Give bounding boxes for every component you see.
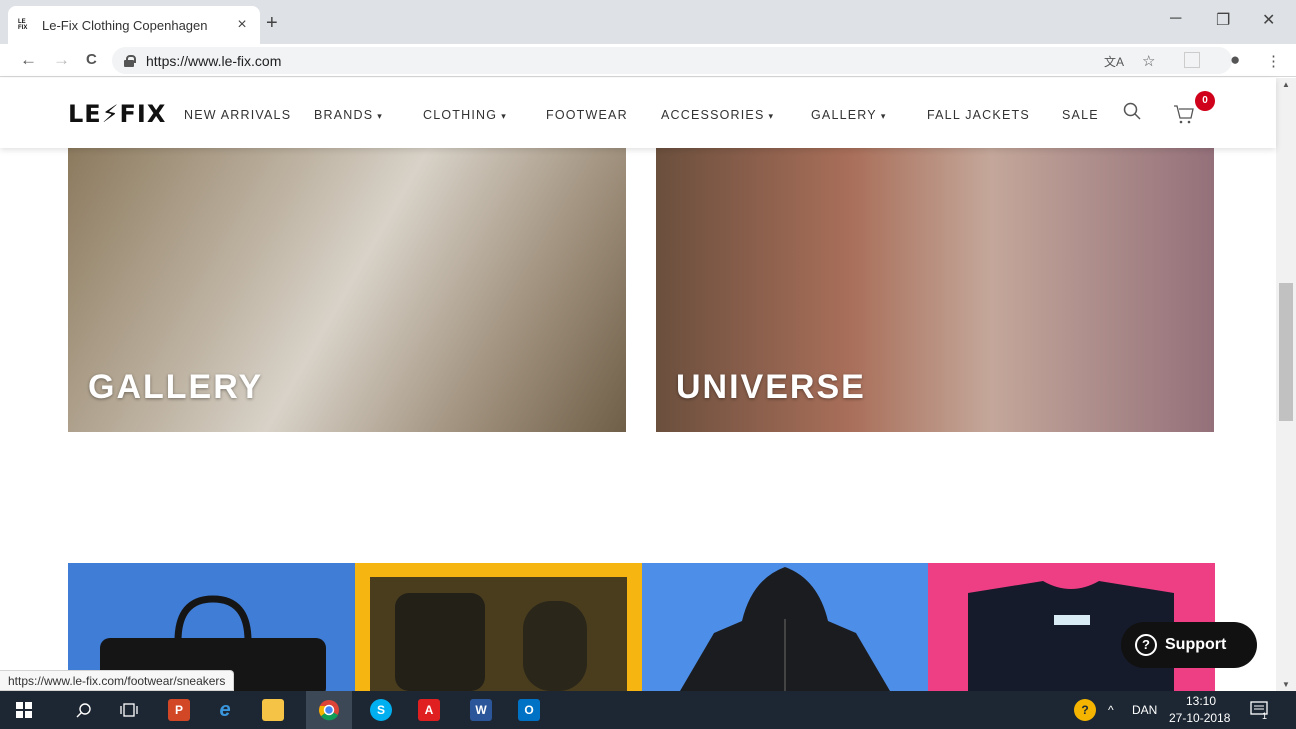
chevron-down-icon: ▾ bbox=[377, 111, 384, 121]
clock-date[interactable]: 27-10-2018 bbox=[1169, 711, 1230, 725]
windows-start-icon[interactable] bbox=[16, 702, 32, 718]
scroll-thumb[interactable] bbox=[1279, 283, 1293, 421]
chevron-down-icon: ▾ bbox=[768, 111, 775, 121]
chrome-icon[interactable] bbox=[318, 699, 340, 721]
chevron-down-icon: ▾ bbox=[880, 111, 887, 121]
back-icon[interactable]: ← bbox=[20, 50, 37, 70]
scroll-up-arrow-icon[interactable]: ▲ bbox=[1282, 80, 1290, 89]
nav-fall-jackets[interactable]: FALL JACKETS bbox=[927, 108, 1030, 122]
language-indicator[interactable]: DAN bbox=[1132, 703, 1157, 717]
category-tile-footwear[interactable] bbox=[355, 563, 642, 691]
powerpoint-icon[interactable]: P bbox=[168, 699, 190, 721]
word-icon[interactable]: W bbox=[470, 699, 492, 721]
close-window-icon[interactable]: ✕ bbox=[1262, 10, 1275, 30]
browser-toolbar: ← → C https://www.le-fix.com 文A ☆ ● ⋮ bbox=[0, 44, 1296, 77]
pdf-extension-icon[interactable] bbox=[1184, 52, 1200, 68]
bookmark-star-icon[interactable]: ☆ bbox=[1142, 52, 1155, 70]
browser-tab[interactable]: LE FIX Le-Fix Clothing Copenhagen × bbox=[8, 6, 260, 44]
shopping-cart-icon[interactable] bbox=[1172, 102, 1196, 126]
site-header: LE⚡FIX NEW ARRIVALS BRANDS ▾ CLOTHING ▾ FO… bbox=[0, 78, 1276, 148]
jacket-image bbox=[680, 567, 890, 691]
restore-icon[interactable]: ❐ bbox=[1216, 10, 1230, 30]
nav-sale[interactable]: SALE bbox=[1062, 108, 1099, 122]
skype-icon[interactable]: S bbox=[370, 699, 392, 721]
support-label: Support bbox=[1165, 636, 1227, 653]
new-tab-button[interactable]: + bbox=[266, 12, 278, 35]
cart-count-badge: 0 bbox=[1195, 91, 1215, 111]
nav-accessories[interactable]: ACCESSORIES ▾ bbox=[661, 108, 774, 122]
lock-icon bbox=[124, 54, 136, 67]
page-scrollbar[interactable]: ▲ ▼ bbox=[1276, 78, 1296, 691]
category-tile-jackets[interactable] bbox=[642, 563, 928, 691]
outlook-icon[interactable]: O bbox=[518, 699, 540, 721]
file-explorer-icon[interactable] bbox=[262, 699, 284, 721]
scroll-down-arrow-icon[interactable]: ▼ bbox=[1282, 680, 1290, 689]
link-status-bar: https://www.le-fix.com/footwear/sneakers bbox=[0, 670, 235, 691]
question-mark-icon: ? bbox=[1135, 634, 1157, 656]
support-button[interactable]: ? Support bbox=[1121, 622, 1257, 668]
notification-count: 1 bbox=[1262, 711, 1268, 721]
shoes-image bbox=[370, 577, 627, 691]
help-tray-icon[interactable]: ? bbox=[1074, 699, 1096, 721]
gallery-feature-label: GALLERY bbox=[88, 368, 264, 406]
tab-title: Le-Fix Clothing Copenhagen bbox=[42, 17, 208, 33]
gallery-feature-image[interactable]: GALLERY bbox=[68, 148, 626, 432]
chevron-down-icon: ▾ bbox=[501, 111, 507, 121]
nav-brands[interactable]: BRANDS ▾ bbox=[314, 108, 383, 122]
address-bar[interactable]: https://www.le-fix.com bbox=[112, 47, 1232, 74]
nav-footwear[interactable]: FOOTWEAR bbox=[546, 108, 628, 122]
internet-explorer-icon[interactable]: e bbox=[214, 699, 236, 721]
nav-gallery[interactable]: GALLERY ▾ bbox=[811, 108, 887, 122]
nav-new-arrivals[interactable]: NEW ARRIVALS bbox=[184, 108, 291, 122]
acrobat-icon[interactable]: A bbox=[418, 699, 440, 721]
browser-menu-icon[interactable]: ⋮ bbox=[1266, 52, 1281, 70]
translate-icon[interactable]: 文A bbox=[1104, 53, 1124, 70]
reload-icon[interactable]: C bbox=[86, 51, 97, 68]
universe-feature-image[interactable]: UNIVERSE bbox=[656, 148, 1214, 432]
le-fix-logo[interactable]: LE⚡FIX bbox=[68, 100, 166, 128]
search-icon[interactable] bbox=[1123, 102, 1141, 120]
profile-icon[interactable]: ● bbox=[1230, 50, 1240, 70]
nav-clothing[interactable]: CLOTHING ▾ bbox=[423, 108, 507, 122]
address-url[interactable]: https://www.le-fix.com bbox=[146, 53, 281, 69]
tray-expand-icon[interactable]: ^ bbox=[1108, 703, 1114, 717]
close-tab-icon[interactable]: × bbox=[234, 16, 250, 34]
universe-feature-label: UNIVERSE bbox=[676, 368, 866, 406]
windows-taskbar: P e S A W O ? ^ DAN 13:10 27-10-2018 1 bbox=[0, 691, 1296, 729]
clock-time[interactable]: 13:10 bbox=[1186, 694, 1216, 708]
site-favicon-icon: LE FIX bbox=[18, 19, 28, 31]
search-taskbar-icon[interactable] bbox=[76, 702, 92, 718]
task-view-icon[interactable] bbox=[120, 703, 138, 717]
minimize-icon[interactable]: ─ bbox=[1170, 10, 1181, 28]
forward-icon[interactable]: → bbox=[53, 50, 70, 70]
browser-tab-bar: LE FIX Le-Fix Clothing Copenhagen × + ─ … bbox=[0, 0, 1296, 44]
